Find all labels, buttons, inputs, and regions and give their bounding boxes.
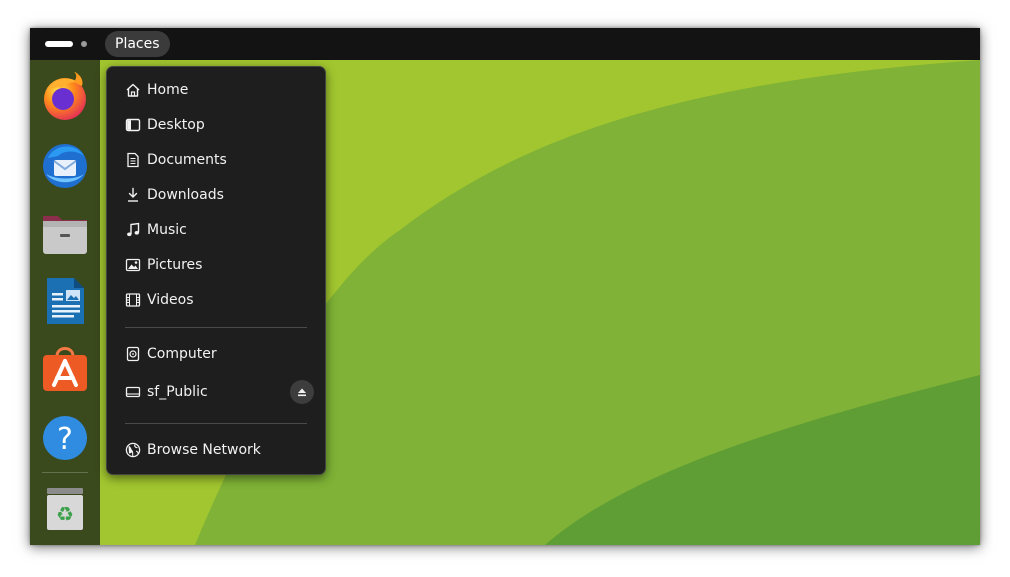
dock-item-writer[interactable] [40, 276, 90, 326]
menu-item-label: Desktop [147, 117, 205, 133]
menu-item-label: Pictures [147, 257, 203, 273]
menu-item-sf-public[interactable]: sf_Public [115, 376, 317, 408]
document-icon [127, 152, 139, 168]
places-menu-button[interactable]: Places [105, 31, 170, 57]
menu-item-pictures[interactable]: Pictures [115, 249, 317, 281]
desktop-screen: Places ? ♻ Home Desktop Documents Downlo… [30, 28, 980, 545]
menu-item-videos[interactable]: Videos [115, 284, 317, 316]
dock-item-files[interactable] [40, 208, 90, 258]
music-icon [127, 222, 140, 237]
videos-icon [125, 293, 141, 307]
svg-text:♻: ♻ [56, 502, 74, 526]
menu-item-browse-network[interactable]: Browse Network [115, 434, 317, 466]
dock-item-trash[interactable]: ♻ [40, 484, 90, 534]
menu-item-label: Home [147, 82, 189, 98]
help-icon: ? [43, 416, 87, 460]
dock-separator [42, 472, 88, 473]
menu-item-desktop[interactable]: Desktop [115, 109, 317, 141]
trash-icon: ♻ [47, 488, 83, 530]
home-icon [126, 83, 140, 97]
menu-item-downloads[interactable]: Downloads [115, 179, 317, 211]
dock-item-app-center[interactable] [40, 344, 90, 394]
menu-item-label: Documents [147, 152, 227, 168]
globe-icon [125, 442, 141, 458]
drive-icon [125, 386, 141, 398]
places-menu: Home Desktop Documents Downloads Music P… [106, 66, 326, 475]
writer-icon [47, 278, 84, 324]
menu-item-label: Videos [147, 292, 194, 308]
firefox-icon [44, 71, 86, 120]
svg-text:?: ? [57, 422, 73, 457]
dock-item-help[interactable]: ? [40, 412, 90, 462]
eject-button[interactable] [290, 380, 314, 404]
dock-item-thunderbird[interactable] [40, 140, 90, 190]
dock-item-firefox[interactable] [40, 71, 90, 122]
workspace-inactive-indicator [81, 41, 87, 47]
menu-item-label: Music [147, 222, 187, 238]
menu-item-label: Downloads [147, 187, 224, 203]
desktop-icon [125, 118, 141, 132]
menu-separator [125, 327, 307, 328]
menu-item-label: Computer [147, 346, 217, 362]
menu-item-label: Browse Network [147, 442, 261, 458]
menu-item-computer[interactable]: Computer [115, 338, 317, 370]
dock: ? ♻ [30, 60, 100, 545]
app-center-icon [43, 347, 87, 391]
menu-item-music[interactable]: Music [115, 214, 317, 246]
workspace-active-indicator [45, 41, 73, 47]
top-bar: Places [30, 28, 980, 60]
menu-item-label: sf_Public [147, 384, 208, 400]
download-icon [128, 187, 138, 202]
menu-separator [125, 423, 307, 424]
pictures-icon [125, 258, 141, 272]
menu-item-documents[interactable]: Documents [115, 144, 317, 176]
eject-icon [298, 388, 306, 397]
thunderbird-icon [43, 144, 87, 188]
menu-item-home[interactable]: Home [115, 74, 317, 106]
computer-icon [126, 346, 140, 362]
files-icon [43, 216, 87, 254]
